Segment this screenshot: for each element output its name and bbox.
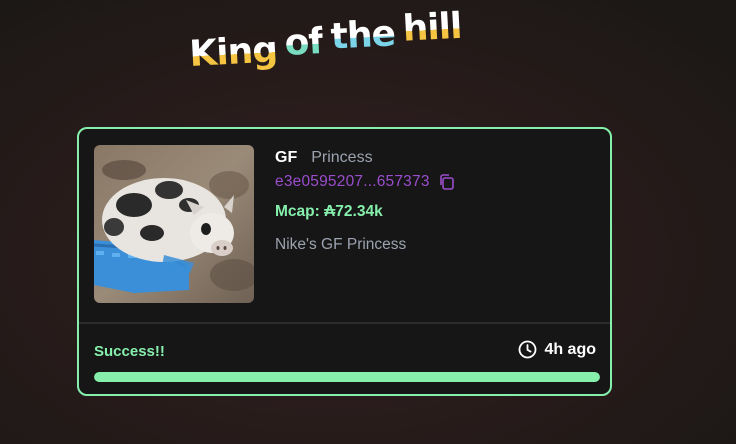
token-card[interactable]: GF Princess e3e0595207...657373 Mcap: ₳7… bbox=[77, 127, 612, 396]
token-name: Princess bbox=[311, 149, 373, 166]
token-ticker: GF bbox=[275, 149, 298, 166]
token-address[interactable]: e3e0595207...657373 bbox=[275, 173, 430, 191]
time-ago-label: 4h ago bbox=[544, 340, 596, 358]
clock-icon bbox=[518, 340, 537, 359]
token-image[interactable] bbox=[94, 145, 254, 303]
token-name-row: GF Princess bbox=[275, 149, 595, 167]
copy-icon[interactable] bbox=[438, 173, 456, 191]
time-ago: 4h ago bbox=[518, 340, 596, 359]
title-word-of: of bbox=[283, 21, 325, 64]
token-info: GF Princess e3e0595207...657373 Mcap: ₳7… bbox=[275, 149, 595, 254]
title-word-hill: hill bbox=[401, 5, 463, 50]
title-word-the: the bbox=[329, 13, 397, 58]
market-cap: Mcap: ₳72.34k bbox=[275, 203, 383, 220]
status-label: Success!! bbox=[94, 343, 165, 360]
king-of-the-hill-title: King of the hill bbox=[188, 6, 511, 100]
title-word-king: King bbox=[188, 29, 279, 75]
progress-fill bbox=[94, 372, 600, 382]
token-description: Nike's GF Princess bbox=[275, 236, 407, 253]
token-address-row: e3e0595207...657373 bbox=[275, 173, 595, 191]
card-divider bbox=[79, 322, 610, 324]
progress-bar bbox=[94, 372, 600, 382]
